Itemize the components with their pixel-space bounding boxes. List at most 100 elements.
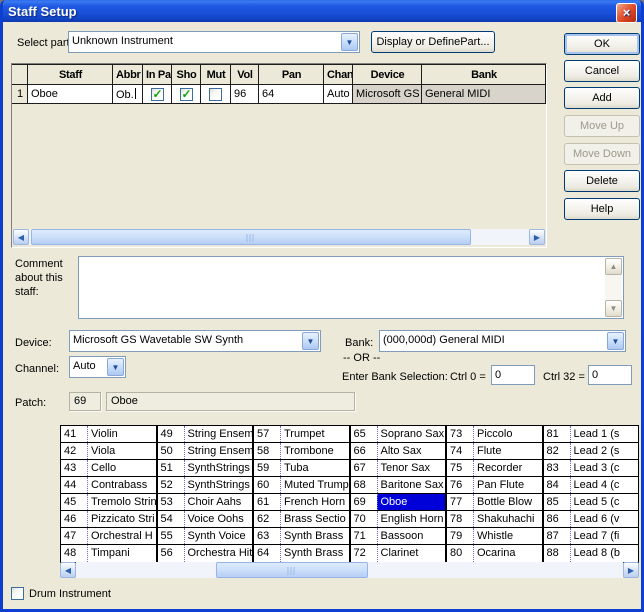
select-part-combobox[interactable]: Unknown Instrument ▼ bbox=[68, 31, 360, 53]
header-vol[interactable]: Vol bbox=[231, 64, 259, 85]
instrument-cell[interactable]: 84Lead 4 (c bbox=[544, 477, 639, 494]
instrument-cell[interactable]: 72Clarinet bbox=[351, 545, 446, 562]
chevron-down-icon[interactable]: ▼ bbox=[107, 358, 124, 376]
chan-cell[interactable]: Auto bbox=[324, 85, 353, 104]
scrollbar-thumb[interactable] bbox=[216, 562, 368, 578]
header-staff[interactable]: Staff bbox=[28, 64, 113, 85]
header-bank[interactable]: Bank bbox=[422, 64, 546, 85]
instrument-cell[interactable]: 74Flute bbox=[447, 443, 542, 460]
ok-button[interactable]: OK bbox=[564, 33, 640, 55]
instrument-cell[interactable]: 64Synth Brass bbox=[254, 545, 349, 562]
scroll-down-icon[interactable]: ▼ bbox=[605, 300, 622, 317]
scrollbar-track[interactable] bbox=[29, 229, 529, 245]
staff-name-cell[interactable]: Oboe bbox=[28, 85, 113, 104]
instrument-cell[interactable]: 42Viola bbox=[61, 443, 156, 460]
delete-button[interactable]: Delete bbox=[564, 170, 640, 192]
instrument-cell[interactable]: 51SynthStrings bbox=[158, 460, 253, 477]
instrument-cell[interactable]: 41Violin bbox=[61, 426, 156, 443]
instrument-cell[interactable]: 69Oboe bbox=[351, 494, 446, 511]
instrument-cell[interactable]: 63Synth Brass bbox=[254, 528, 349, 545]
scroll-right-icon[interactable]: ▶ bbox=[529, 229, 545, 245]
add-button[interactable]: Add bbox=[564, 87, 640, 109]
instrument-cell[interactable]: 65Soprano Sax bbox=[351, 426, 446, 443]
scroll-left-icon[interactable]: ◀ bbox=[60, 562, 76, 578]
scroll-right-icon[interactable]: ▶ bbox=[623, 562, 639, 578]
scrollbar-thumb[interactable] bbox=[31, 229, 471, 245]
instrument-cell[interactable]: 67Tenor Sax bbox=[351, 460, 446, 477]
instrument-cell[interactable]: 46Pizzicato Stri bbox=[61, 511, 156, 528]
instrument-cell[interactable]: 59Tuba bbox=[254, 460, 349, 477]
mute-checkbox[interactable] bbox=[209, 88, 222, 101]
instrument-cell[interactable]: 56Orchestra Hit bbox=[158, 545, 253, 562]
instrument-cell[interactable]: 45Tremolo Strin bbox=[61, 494, 156, 511]
vol-cell[interactable]: 96 bbox=[231, 85, 259, 104]
instrument-cell[interactable]: 47Orchestral H bbox=[61, 528, 156, 545]
cancel-button[interactable]: Cancel bbox=[564, 60, 640, 82]
instrument-cell[interactable]: 73Piccolo bbox=[447, 426, 542, 443]
instrument-cell[interactable]: 43Cello bbox=[61, 460, 156, 477]
bank-combobox[interactable]: (000,000d) General MIDI ▼ bbox=[379, 330, 626, 352]
abbr-cell[interactable]: Ob. bbox=[113, 85, 143, 104]
ctrl32-input[interactable] bbox=[588, 365, 632, 385]
instrument-cell[interactable]: 62Brass Sectio bbox=[254, 511, 349, 528]
instrument-cell[interactable]: 77Bottle Blow bbox=[447, 494, 542, 511]
instrument-cell[interactable]: 52SynthStrings bbox=[158, 477, 253, 494]
instrument-cell[interactable]: 54Voice Oohs bbox=[158, 511, 253, 528]
instrument-cell[interactable]: 58Trombone bbox=[254, 443, 349, 460]
close-icon[interactable]: × bbox=[616, 3, 637, 23]
header-pan[interactable]: Pan bbox=[259, 64, 324, 85]
row-number-cell[interactable]: 1 bbox=[12, 85, 28, 104]
header-abbr[interactable]: Abbr bbox=[113, 64, 143, 85]
instrument-cell[interactable]: 83Lead 3 (c bbox=[544, 460, 639, 477]
instrument-cell[interactable]: 78Shakuhachi bbox=[447, 511, 542, 528]
help-button[interactable]: Help bbox=[564, 198, 640, 220]
instrument-cell[interactable]: 50String Ensem bbox=[158, 443, 253, 460]
scroll-up-icon[interactable]: ▲ bbox=[605, 258, 622, 275]
display-or-define-part-button[interactable]: Display or DefinePart... bbox=[371, 31, 495, 53]
instrument-cell[interactable]: 86Lead 6 (v bbox=[544, 511, 639, 528]
header-chan[interactable]: Chan bbox=[324, 64, 353, 85]
instrument-cell[interactable]: 53Choir Aahs bbox=[158, 494, 253, 511]
header-in-part[interactable]: In Pa bbox=[143, 64, 172, 85]
chevron-down-icon[interactable]: ▼ bbox=[341, 33, 358, 51]
title-bar[interactable]: Staff Setup × bbox=[0, 0, 644, 22]
header-device[interactable]: Device bbox=[353, 64, 422, 85]
header-show[interactable]: Sho bbox=[172, 64, 201, 85]
bank-cell[interactable]: General MIDI bbox=[422, 85, 546, 104]
pan-cell[interactable]: 64 bbox=[259, 85, 324, 104]
drum-instrument-checkbox[interactable] bbox=[11, 587, 24, 600]
instrument-grid-hscrollbar[interactable]: ◀ ▶ bbox=[60, 562, 639, 578]
scroll-left-icon[interactable]: ◀ bbox=[13, 229, 29, 245]
scrollbar-track[interactable] bbox=[76, 562, 623, 578]
instrument-cell[interactable]: 48Timpani bbox=[61, 545, 156, 562]
instrument-cell[interactable]: 55Synth Voice bbox=[158, 528, 253, 545]
instrument-cell[interactable]: 75Recorder bbox=[447, 460, 542, 477]
instrument-cell[interactable]: 79Whistle bbox=[447, 528, 542, 545]
instrument-cell[interactable]: 87Lead 7 (fi bbox=[544, 528, 639, 545]
instrument-cell[interactable]: 80Ocarina bbox=[447, 545, 542, 562]
in-part-checkbox[interactable] bbox=[151, 88, 164, 101]
device-cell[interactable]: Microsoft GS bbox=[353, 85, 422, 104]
chevron-down-icon[interactable]: ▼ bbox=[607, 332, 624, 350]
instrument-cell[interactable]: 68Baritone Sax bbox=[351, 477, 446, 494]
instrument-cell[interactable]: 81Lead 1 (s bbox=[544, 426, 639, 443]
comment-textarea[interactable]: ▲ ▼ bbox=[78, 256, 624, 319]
device-combobox[interactable]: Microsoft GS Wavetable SW Synth ▼ bbox=[69, 330, 321, 352]
instrument-cell[interactable]: 57Trumpet bbox=[254, 426, 349, 443]
instrument-cell[interactable]: 82Lead 2 (s bbox=[544, 443, 639, 460]
instrument-cell[interactable]: 61French Horn bbox=[254, 494, 349, 511]
instrument-cell[interactable]: 71Bassoon bbox=[351, 528, 446, 545]
chevron-down-icon[interactable]: ▼ bbox=[302, 332, 319, 350]
instrument-cell[interactable]: 66Alto Sax bbox=[351, 443, 446, 460]
instrument-cell[interactable]: 88Lead 8 (b bbox=[544, 545, 639, 562]
channel-combobox[interactable]: Auto ▼ bbox=[69, 356, 126, 378]
staff-table-hscrollbar[interactable]: ◀ ▶ bbox=[13, 229, 545, 245]
show-checkbox[interactable] bbox=[180, 88, 193, 101]
instrument-cell[interactable]: 70English Horn bbox=[351, 511, 446, 528]
instrument-cell[interactable]: 85Lead 5 (c bbox=[544, 494, 639, 511]
instrument-cell[interactable]: 60Muted Trump bbox=[254, 477, 349, 494]
ctrl0-input[interactable] bbox=[491, 365, 535, 385]
instrument-cell[interactable]: 49String Ensem bbox=[158, 426, 253, 443]
instrument-cell[interactable]: 44Contrabass bbox=[61, 477, 156, 494]
comment-vscrollbar[interactable]: ▲ ▼ bbox=[605, 258, 622, 317]
